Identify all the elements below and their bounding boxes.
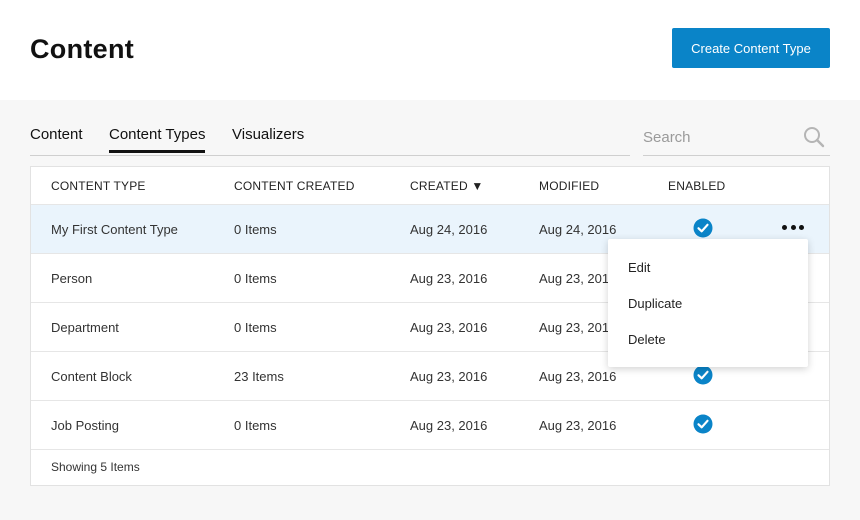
cell-modified: Aug 24, 2016 (539, 222, 617, 237)
column-header-created[interactable]: CREATED ▼ (410, 179, 483, 193)
tab-content[interactable]: Content (30, 126, 83, 153)
cell-content-type: Job Posting (51, 418, 119, 433)
menu-item-duplicate[interactable]: Duplicate (628, 296, 682, 311)
search-box (643, 118, 830, 156)
cell-content-type: Content Block (51, 369, 132, 384)
column-header-enabled[interactable]: ENABLED (668, 179, 725, 193)
menu-item-delete[interactable]: Delete (628, 332, 666, 347)
cell-modified: Aug 23, 2016 (539, 418, 617, 433)
enabled-check-icon (693, 414, 713, 434)
create-content-type-button[interactable]: Create Content Type (672, 28, 830, 68)
cell-created: Aug 23, 2016 (410, 369, 488, 384)
search-input[interactable] (643, 126, 793, 148)
enabled-check-icon (693, 218, 713, 238)
cell-content-created: 23 Items (234, 369, 284, 384)
tab-bar: Content Content Types Visualizers (30, 118, 630, 156)
cell-content-type: Department (51, 320, 119, 335)
cell-created: Aug 23, 2016 (410, 418, 488, 433)
page-title: Content (30, 34, 135, 64)
cell-created: Aug 23, 2016 (410, 271, 488, 286)
tab-content-types[interactable]: Content Types (109, 126, 206, 153)
cell-content-created: 0 Items (234, 271, 277, 286)
enabled-check-icon (693, 365, 713, 385)
cell-modified: Aug 23, 2016 (539, 320, 617, 335)
cell-created: Aug 23, 2016 (410, 320, 488, 335)
table-row[interactable]: Job Posting 0 Items Aug 23, 2016 Aug 23,… (31, 401, 829, 450)
cell-content-created: 0 Items (234, 320, 277, 335)
cell-content-type: My First Content Type (51, 222, 178, 237)
page-header: Content Create Content Type (0, 0, 860, 100)
tab-visualizers[interactable]: Visualizers (232, 126, 304, 153)
column-header-modified[interactable]: MODIFIED (539, 179, 599, 193)
column-header-content-created[interactable]: CONTENT CREATED (234, 179, 355, 193)
cell-content-type: Person (51, 271, 93, 286)
cell-content-created: 0 Items (234, 418, 277, 433)
cell-content-created: 0 Items (234, 222, 277, 237)
search-icon[interactable] (803, 126, 825, 148)
column-header-content-type[interactable]: CONTENT TYPE (51, 179, 146, 193)
cell-modified: Aug 23, 2016 (539, 369, 617, 384)
table-footer-count: Showing 5 Items (51, 460, 140, 474)
more-actions-icon[interactable] (782, 218, 804, 236)
cell-created: Aug 24, 2016 (410, 222, 488, 237)
table-header: CONTENT TYPE CONTENT CREATED CREATED ▼ M… (31, 167, 829, 205)
cell-modified: Aug 23, 2016 (539, 271, 617, 286)
menu-item-edit[interactable]: Edit (628, 260, 650, 275)
row-actions-menu: Edit Duplicate Delete (608, 239, 808, 367)
